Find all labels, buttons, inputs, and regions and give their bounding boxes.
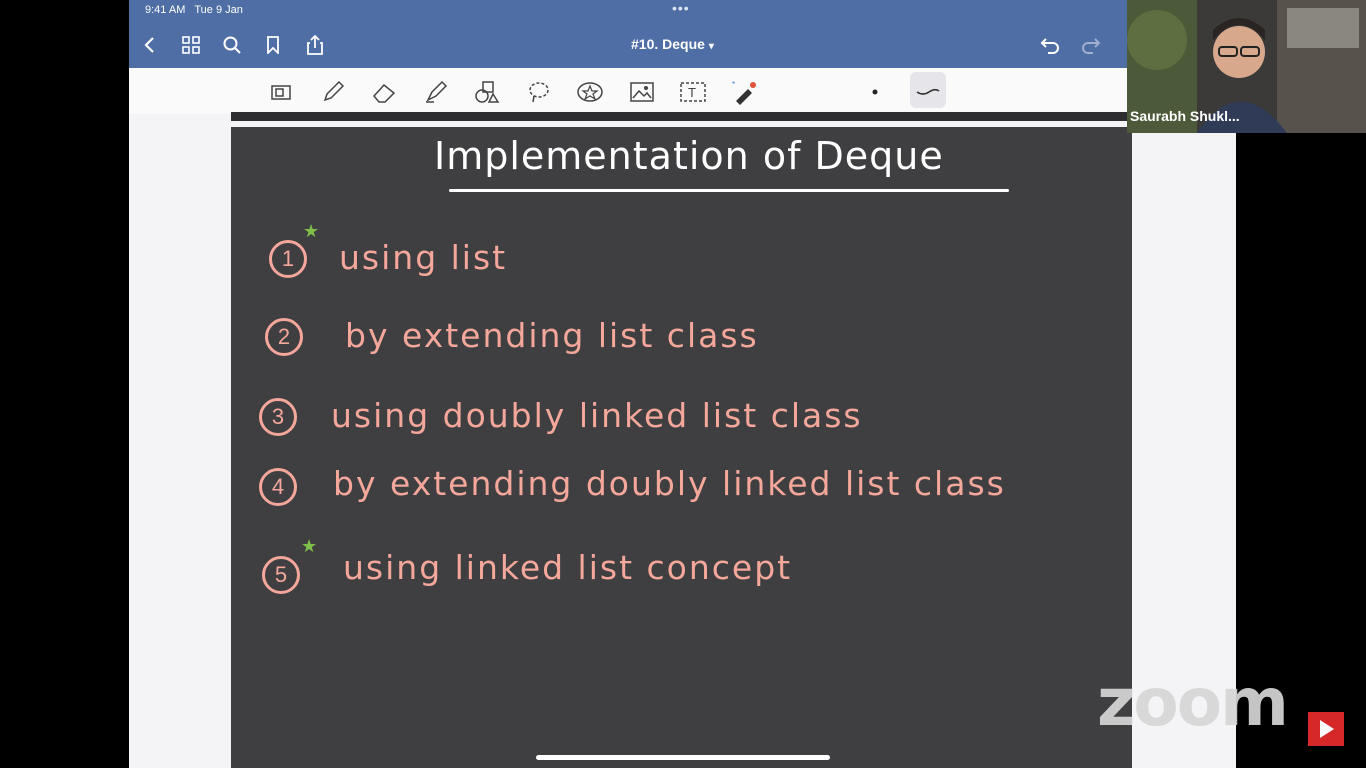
star-icon: ★	[301, 536, 318, 556]
stroke-curve-icon[interactable]	[914, 78, 942, 106]
document-title-text: #10. Deque	[631, 36, 705, 52]
multitasking-dots[interactable]: •••	[672, 0, 690, 16]
text-box-icon[interactable]: T	[679, 78, 707, 106]
zoom-logo: zoom	[1097, 664, 1289, 741]
subscribe-play-icon[interactable]	[1308, 712, 1344, 746]
status-date: Tue 9 Jan	[194, 4, 243, 16]
status-bar: 9:41 AM Tue 9 Jan	[145, 4, 243, 16]
undo-icon[interactable]	[1039, 34, 1061, 56]
goodnotes-window: 9:41 AM Tue 9 Jan ••• #10. Deque ▾ T * I…	[129, 0, 1236, 768]
list-item: by extending list class	[345, 316, 759, 355]
note-page[interactable]	[231, 127, 1132, 768]
list-item: using list	[339, 238, 508, 277]
svg-text:*: *	[732, 80, 735, 89]
dot-size-icon[interactable]	[861, 78, 889, 106]
bookmark-icon[interactable]	[262, 34, 284, 56]
lasso-icon[interactable]	[525, 78, 553, 106]
item-number-4: 4	[259, 468, 297, 506]
zoom-window-icon[interactable]	[267, 78, 295, 106]
grid-icon[interactable]	[180, 34, 202, 56]
eraser-icon[interactable]	[370, 78, 398, 106]
star-icon: ★	[303, 221, 320, 241]
top-navigation-bar: 9:41 AM Tue 9 Jan ••• #10. Deque ▾	[129, 0, 1236, 68]
search-icon[interactable]	[221, 34, 243, 56]
participant-video-tile[interactable]: Saurabh Shukl...	[1127, 0, 1366, 133]
status-time: 9:41 AM	[145, 4, 186, 16]
share-icon[interactable]	[304, 34, 326, 56]
svg-text:T: T	[688, 85, 696, 100]
home-indicator[interactable]	[536, 755, 830, 760]
elements-icon[interactable]	[576, 78, 604, 106]
participant-name: Saurabh Shukl...	[1130, 108, 1240, 124]
page-heading: Implementation of Deque	[434, 134, 944, 178]
pen-icon[interactable]	[319, 78, 347, 106]
item-number-1: 1	[269, 240, 307, 278]
item-number-2: 2	[265, 318, 303, 356]
highlighter-icon[interactable]	[422, 78, 450, 106]
laser-pointer-icon[interactable]: *	[731, 78, 759, 106]
document-title[interactable]: #10. Deque ▾	[631, 36, 714, 52]
heading-underline	[449, 189, 1009, 192]
chevron-down-icon: ▾	[708, 41, 714, 52]
list-item: by extending doubly linked list class	[333, 464, 1006, 503]
previous-page-edge	[231, 112, 1131, 121]
redo-icon[interactable]	[1080, 34, 1102, 56]
item-number-3: 3	[259, 398, 297, 436]
list-item: using doubly linked list class	[331, 396, 863, 435]
shapes-icon[interactable]	[473, 78, 501, 106]
image-icon[interactable]	[628, 78, 656, 106]
item-number-5: 5	[262, 556, 300, 594]
back-icon[interactable]	[139, 34, 161, 56]
list-item: using linked list concept	[343, 548, 793, 587]
